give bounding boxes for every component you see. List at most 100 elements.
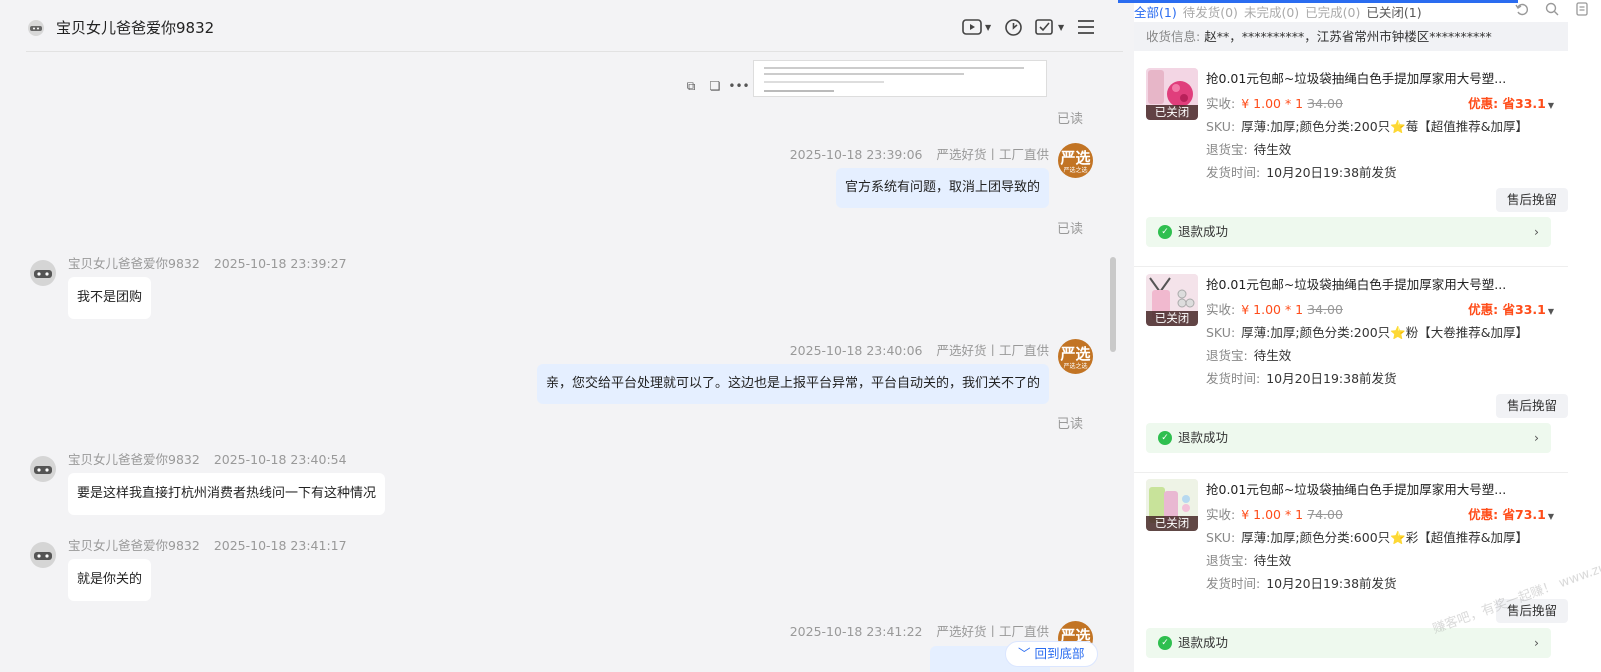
shop-name: 严选好货丨工厂直供 bbox=[936, 343, 1049, 358]
sku-value: 厚薄:加厚;颜色分类:600只⭐彩【超值推荐&加厚】 bbox=[1241, 530, 1528, 545]
discount-info[interactable]: 优惠: 省73.1 ▼ bbox=[1468, 504, 1554, 523]
ship-time-value: 10月20日19:38前发货 bbox=[1266, 165, 1397, 180]
chevron-right-icon: › bbox=[1534, 430, 1539, 445]
check-circle-icon: ✓ bbox=[1158, 636, 1172, 650]
chevron-down-icon: ﹀ bbox=[1018, 646, 1031, 661]
message-bubble-outgoing[interactable]: 官方系统有问题，取消上团导致的 bbox=[835, 168, 1049, 208]
product-thumbnail[interactable]: 已关闭 bbox=[1146, 479, 1198, 531]
task-button[interactable]: ▼ bbox=[1035, 14, 1064, 40]
back-to-bottom-label: 回到底部 bbox=[1034, 646, 1085, 661]
undo-icon[interactable] bbox=[1515, 2, 1529, 16]
chevron-down-icon: ▼ bbox=[1547, 307, 1554, 316]
order-card: 已关闭 抢0.01元包邮~垃圾袋抽绳白色手提加厚家用大号塑... 实收: ¥ 1.… bbox=[1134, 61, 1568, 267]
return-insurance-value: 待生效 bbox=[1253, 348, 1292, 363]
tab-completed[interactable]: 已完成(0) bbox=[1305, 2, 1360, 20]
closed-badge: 已关闭 bbox=[1146, 311, 1198, 326]
discount-info[interactable]: 优惠: 省33.1 ▼ bbox=[1468, 299, 1554, 318]
refund-status: 退款成功 bbox=[1178, 635, 1229, 650]
tab-all[interactable]: 全部(1) bbox=[1134, 2, 1177, 20]
chevron-right-icon: › bbox=[1534, 224, 1539, 239]
chat-scrollbar[interactable] bbox=[1110, 257, 1116, 352]
discount-info[interactable]: 优惠: 省33.1 ▼ bbox=[1468, 93, 1554, 112]
message-meta: 宝贝女儿爸爸爱你9832 2025-10-18 23:40:54 bbox=[68, 449, 347, 468]
closed-badge: 已关闭 bbox=[1146, 516, 1198, 531]
refund-status-bar[interactable]: ✓ 退款成功 › bbox=[1146, 423, 1551, 453]
sender-name: 宝贝女儿爸爸爱你9832 bbox=[68, 256, 200, 271]
order-card: 已关闭 抢0.01元包邮~垃圾袋抽绳白色手提加厚家用大号塑... 实收: ¥ 1.… bbox=[1134, 267, 1568, 473]
product-title[interactable]: 抢0.01元包邮~垃圾袋抽绳白色手提加厚家用大号塑... bbox=[1206, 68, 1506, 87]
ship-time-row: 发货时间: 10月20日19:38前发货 bbox=[1206, 165, 1397, 180]
product-thumbnail[interactable]: 已关闭 bbox=[1146, 274, 1198, 326]
sku-row: SKU: 厚薄:加厚;颜色分类:200只⭐粉【大卷推荐&加厚】 bbox=[1206, 325, 1528, 340]
chevron-down-icon: ▼ bbox=[1547, 512, 1554, 521]
message-meta: 宝贝女儿爸爸爱你9832 2025-10-18 23:39:27 bbox=[68, 253, 347, 272]
shop-name: 严选好货丨工厂直供 bbox=[936, 147, 1049, 162]
menu-icon bbox=[1078, 20, 1094, 34]
message-bubble-outgoing[interactable]: 亲，您交给平台处理就可以了。这边也是上报平台异常，平台自动关的，我们关不了的 bbox=[536, 364, 1049, 404]
message-bubble-incoming[interactable]: 我不是团购 bbox=[68, 277, 152, 319]
product-thumbnail[interactable]: 已关闭 bbox=[1146, 68, 1198, 120]
order-panel-tools bbox=[1515, 2, 1589, 16]
chevron-down-icon: ▼ bbox=[1058, 22, 1065, 32]
message-bubble-incoming[interactable]: 就是你关的 bbox=[68, 559, 152, 601]
tab-incomplete[interactable]: 未完成(0) bbox=[1244, 2, 1299, 20]
video-call-icon bbox=[962, 19, 982, 35]
sender-name: 宝贝女儿爸爸爱你9832 bbox=[68, 538, 200, 553]
ship-time-row: 发货时间: 10月20日19:38前发货 bbox=[1206, 576, 1397, 591]
sku-value: 厚薄:加厚;颜色分类:200只⭐粉【大卷推荐&加厚】 bbox=[1241, 325, 1528, 340]
user-avatar[interactable] bbox=[28, 453, 58, 483]
product-title[interactable]: 抢0.01元包邮~垃圾袋抽绳白色手提加厚家用大号塑... bbox=[1206, 479, 1506, 498]
message-meta: 2025-10-18 23:39:06 严选好货丨工厂直供 bbox=[790, 144, 1049, 163]
shipping-value: 赵**，**********，江苏省常州市钟楼区********** bbox=[1204, 29, 1492, 44]
refund-status-bar[interactable]: ✓ 退款成功 › bbox=[1146, 217, 1551, 247]
read-status: 已读 bbox=[1056, 112, 1083, 127]
check-circle-icon: ✓ bbox=[1158, 431, 1172, 445]
paid-row: 实收: ¥ 1.00 * 1 34.00 bbox=[1206, 302, 1343, 317]
chevron-down-icon: ▼ bbox=[985, 22, 992, 32]
more-icon[interactable]: ••• bbox=[728, 76, 749, 96]
after-sale-button[interactable]: 售后挽留 bbox=[1495, 394, 1568, 418]
refund-status: 退款成功 bbox=[1178, 224, 1229, 239]
message-meta: 2025-10-18 23:41:22 严选好货丨工厂直供 bbox=[790, 621, 1049, 640]
note-icon[interactable] bbox=[1575, 2, 1589, 16]
back-to-bottom-button[interactable]: ﹀ 回到底部 bbox=[1005, 641, 1098, 667]
chat-pane: 宝贝女儿爸爸爱你9832 ▼ ▼ ⧉ ❏ ••• 已读 2025-10-18 2… bbox=[0, 0, 1138, 672]
message-time: 2025-10-18 23:41:17 bbox=[213, 538, 347, 553]
orders-pane: 全部(1) 待发货(0) 未完成(0) 已完成(0) 已关闭(1) 收货信息: … bbox=[1118, 0, 1601, 672]
closed-badge: 已关闭 bbox=[1146, 105, 1198, 120]
message-time: 2025-10-18 23:40:54 bbox=[213, 452, 347, 467]
menu-button[interactable] bbox=[1077, 14, 1095, 40]
search-icon[interactable] bbox=[1545, 2, 1559, 16]
refund-status-bar[interactable]: ✓ 退款成功 › bbox=[1146, 628, 1551, 658]
tab-closed[interactable]: 已关闭(1) bbox=[1366, 2, 1421, 20]
message-time: 2025-10-18 23:39:27 bbox=[213, 256, 347, 271]
shipping-label: 收货信息: bbox=[1146, 29, 1201, 44]
copy-icon[interactable]: ⧉ bbox=[681, 76, 701, 96]
message-bubble-incoming[interactable]: 要是这样我直接打杭州消费者热线问一下有这种情况 bbox=[68, 473, 386, 515]
sku-value: 厚薄:加厚;颜色分类:200只⭐莓【超值推荐&加厚】 bbox=[1241, 119, 1528, 134]
paid-row: 实收: ¥ 1.00 * 1 34.00 bbox=[1206, 96, 1343, 111]
product-title[interactable]: 抢0.01元包邮~垃圾袋抽绳白色手提加厚家用大号塑... bbox=[1206, 274, 1506, 293]
refresh-button[interactable] bbox=[1004, 14, 1023, 40]
return-insurance-row: 退货宝: 待生效 bbox=[1206, 348, 1292, 363]
quote-icon[interactable]: ❏ bbox=[705, 76, 725, 96]
contact-avatar[interactable] bbox=[26, 17, 46, 37]
user-avatar[interactable] bbox=[28, 257, 58, 287]
image-message[interactable] bbox=[753, 60, 1047, 97]
return-insurance-value: 待生效 bbox=[1253, 142, 1292, 157]
refresh-circle-icon bbox=[1005, 18, 1022, 36]
read-status: 已读 bbox=[1056, 222, 1083, 237]
after-sale-button[interactable]: 售后挽留 bbox=[1495, 188, 1568, 212]
shop-avatar[interactable]: 严选严选之选 bbox=[1058, 339, 1093, 374]
chevron-right-icon: › bbox=[1534, 635, 1539, 650]
return-insurance-value: 待生效 bbox=[1253, 553, 1292, 568]
shop-avatar[interactable]: 严选严选之选 bbox=[1058, 143, 1093, 178]
shop-name: 严选好货丨工厂直供 bbox=[936, 624, 1049, 639]
return-insurance-row: 退货宝: 待生效 bbox=[1206, 142, 1292, 157]
video-call-button[interactable]: ▼ bbox=[962, 14, 991, 40]
user-avatar[interactable] bbox=[28, 539, 58, 569]
paid-row: 实收: ¥ 1.00 * 1 74.00 bbox=[1206, 507, 1343, 522]
read-status: 已读 bbox=[1056, 417, 1083, 432]
order-card: 已关闭 抢0.01元包邮~垃圾袋抽绳白色手提加厚家用大号塑... 实收: ¥ 1.… bbox=[1134, 472, 1568, 672]
tab-pending-shipment[interactable]: 待发货(0) bbox=[1183, 2, 1238, 20]
